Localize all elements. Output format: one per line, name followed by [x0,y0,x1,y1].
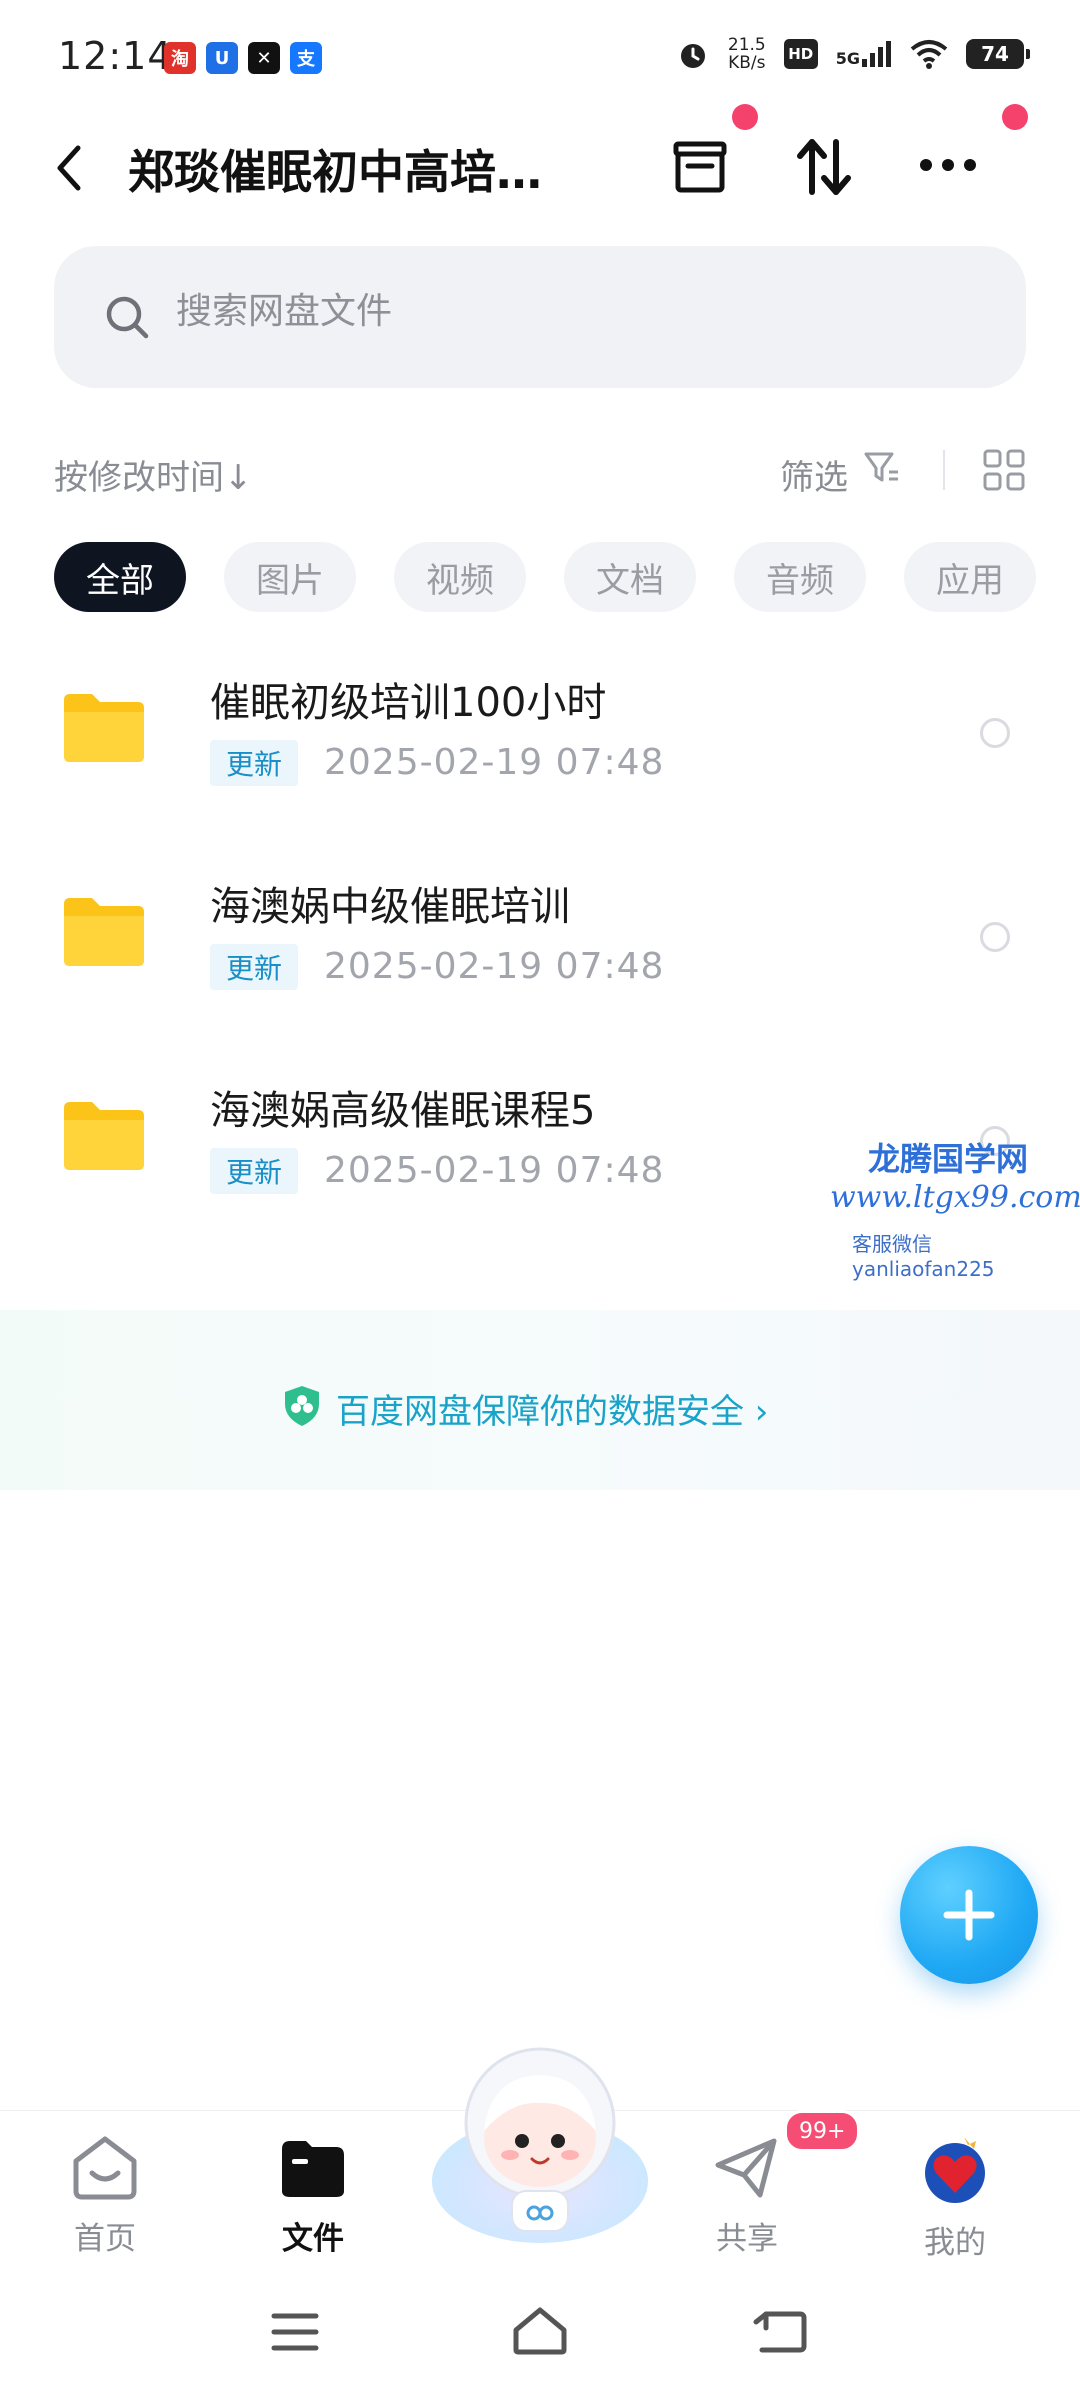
archive-box-icon[interactable] [670,138,730,198]
signal-bars-icon [862,41,891,67]
update-badge: 更新 [210,1148,299,1194]
category-chips: 全部 图片 视频 文档 音频 应用 [54,542,1036,612]
nav-home-label: 首页 [74,2221,136,2257]
search-input[interactable] [174,290,938,333]
update-badge: 更新 [210,740,299,786]
folder-icon [64,1102,144,1170]
file-name: 海澳娲高级催眠课程5 [210,1088,596,1134]
nav-home[interactable]: 首页 [30,2135,180,2258]
alipay-app-icon: 支 [290,42,322,74]
status-right-group: 21.5 KB/s HD 5G 74 [676,36,1030,72]
shield-app-icon: U [206,42,238,74]
file-date: 2025-02-19 07:48 [324,946,665,987]
hd-badge: HD [783,39,818,69]
back-arrow-icon[interactable] [50,140,90,196]
list-item[interactable]: 海澳娲中级催眠培训 更新 2025-02-19 07:48 [0,844,1080,1044]
bottom-nav: 首页 文件 共享 我的 [0,2047,1080,2262]
chip-apps[interactable]: 应用 [904,542,1036,612]
notification-dot [1002,104,1028,130]
network-type: 5G [835,49,860,68]
net-speed-value: 21.5 [727,35,766,55]
watermark-url: www.ltgx99.com [830,1180,1080,1215]
chip-all[interactable]: 全部 [54,542,186,612]
net-speed-unit: KB/s [728,53,766,73]
mascot-assistant-icon[interactable] [420,2041,660,2251]
sort-by-modified-time[interactable]: 按修改时间↓ [54,450,253,499]
nav-share[interactable]: 共享 [672,2135,822,2258]
taobao-app-icon: 淘 [164,42,196,74]
data-safety-banner[interactable]: 百度网盘保障你的数据安全 › [0,1310,1080,1490]
file-date: 2025-02-19 07:48 [324,1150,665,1191]
battery-indicator: 74 [966,39,1030,69]
paper-plane-icon [715,2138,777,2198]
wifi-icon [910,40,948,69]
chip-audio[interactable]: 音频 [734,542,866,612]
search-icon [106,296,149,339]
transfer-icon[interactable] [794,134,854,200]
filter-button[interactable]: 筛选 [780,450,848,499]
notification-dot [732,104,758,130]
add-button[interactable] [900,1846,1038,1984]
file-name: 催眠初级培训100小时 [210,680,607,726]
status-time: 12:14 [58,34,173,78]
back-gesture-icon[interactable] [752,2308,808,2356]
nav-share-label: 共享 [716,2221,778,2257]
safety-text: 百度网盘保障你的数据安全 › [336,1392,769,1432]
filter-icon[interactable] [862,448,902,488]
list-item[interactable]: 催眠初级培训100小时 更新 2025-02-19 07:48 [0,640,1080,840]
search-bar[interactable] [54,246,1026,388]
chip-documents[interactable]: 文档 [564,542,696,612]
alarm-icon [680,44,705,68]
chip-images[interactable]: 图片 [224,542,356,612]
plus-icon [943,1889,995,1941]
file-date: 2025-02-19 07:48 [324,742,665,783]
divider [943,450,945,490]
update-badge: 更新 [210,944,299,990]
folder-icon [64,898,144,966]
more-icon[interactable] [916,150,980,180]
share-count-badge: 99+ [784,2110,861,2152]
select-radio[interactable] [980,922,1010,952]
nav-mine-label: 我的 [924,2225,986,2261]
folder-icon [64,694,144,762]
chip-videos[interactable]: 视频 [394,542,526,612]
net-speed: 21.5 KB/s [728,36,766,72]
grid-view-icon[interactable] [982,448,1026,492]
system-navigation-bar [0,2280,1080,2400]
home-gesture-icon[interactable] [510,2306,570,2356]
shield-icon [285,1386,319,1426]
avatar-heart-icon [925,2137,985,2203]
watermark-contact: 客服微信 yanliaofan225 [852,1232,995,1281]
nav-mine[interactable]: 我的 [880,2135,1030,2262]
page-title: 郑琰催眠初中高培… [128,145,542,199]
home-icon [73,2136,137,2200]
watermark-title: 龙腾国学网 [868,1140,1029,1178]
file-name: 海澳娲中级催眠培训 [210,884,570,930]
nav-files[interactable]: 文件 [238,2135,388,2258]
capcut-app-icon: ✕ [248,42,280,74]
signal-icon: 5G [836,41,892,67]
folder-nav-icon [282,2141,344,2197]
select-radio[interactable] [980,718,1010,748]
menu-icon[interactable] [270,2310,320,2354]
nav-files-label: 文件 [282,2221,344,2257]
